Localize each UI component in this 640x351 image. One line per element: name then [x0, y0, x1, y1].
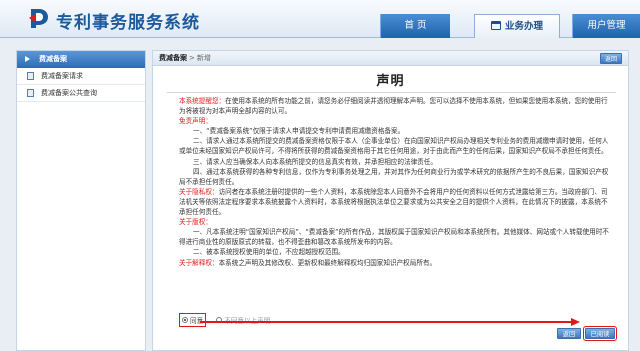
sidebar-item-public-query[interactable]: 费减备案公共查询 [17, 85, 145, 102]
breadcrumb-separator: > [189, 54, 195, 62]
disclaimer-item: 二、请求人通过本系统所提交的费减备案资格仅限于本人（企事业单位）在向国家知识产权… [179, 137, 609, 156]
disagree-radio[interactable] [216, 317, 223, 323]
copyright-item: 二、被本系统授权使用的单位，不应超越授权范围。 [193, 248, 345, 257]
agree-option[interactable]: 同意 [179, 313, 207, 327]
document-icon [27, 72, 34, 80]
disagree-label: 不同意以上声明 [224, 317, 271, 325]
privacy-text: 访问者在本系统注册时提供的一些个人资料，本系统除您本人同意外不会将用户的任何资料… [179, 187, 608, 217]
logo-icon [29, 9, 48, 28]
consent-options: 同意 不同意以上声明 [179, 313, 270, 327]
briefcase-icon [490, 21, 501, 30]
breadcrumb: 费减备案 > 新增 返回 [153, 51, 628, 66]
sidebar-heading[interactable]: 费减备案 [17, 51, 145, 68]
copyright-heading: 关于版权： [179, 218, 212, 227]
declaration-title: 声明 [376, 74, 405, 89]
sidebar-item-label: 费减备案请求 [41, 72, 83, 80]
interpretation-text: 本系统之声明及其修改权、更新权和最终解释权均归国家知识产权局所有。 [218, 258, 437, 267]
nav-business[interactable]: 业务办理 [474, 14, 560, 38]
sidebar: 费减备案 费减备案请求 费减备案公共查询 [16, 50, 146, 351]
sidebar-item-label: 费减备案公共查询 [41, 89, 97, 97]
disclaimer-item: 一、“费减备案系统”仅限于请求人申请提交专利申请费用减缴资格备案。 [193, 127, 405, 136]
copyright-item: 一、凡本系统注明“国家知识产权局”、“费减备案”的所有作品，其版权属于国家知识产… [179, 228, 609, 247]
reminder-text: 在使用本系统的所有功能之前，请您务必仔细阅读并透彻理解本声明。您可以选择不使用本… [179, 97, 608, 116]
sidebar-heading-label: 费减备案 [39, 55, 67, 63]
privacy-heading: 关于隐私权： [179, 187, 219, 196]
main-nav: 首 页 业务办理 用户管理 [380, 14, 640, 38]
sidebar-item-fee-request[interactable]: 费减备案请求 [17, 68, 145, 85]
breadcrumb-section[interactable]: 费减备案 [159, 54, 187, 62]
agree-label: 同意 [190, 317, 204, 325]
content-panel: 费减备案 > 新增 返回 声明 本系统提醒您：在使用本系统的所有功能之前，请您务必仔… [152, 50, 629, 351]
nav-home[interactable]: 首 页 [380, 14, 450, 38]
agree-radio[interactable] [182, 317, 188, 323]
document-icon [27, 89, 34, 97]
disclaimer-item: 三、请求人应当确保本人向本系统所提交的信息真实有效，并承担相应的法律责任。 [193, 157, 437, 166]
interpretation-heading: 关于解释权： [179, 258, 219, 267]
read-confirm-button[interactable]: 已阅读 [583, 326, 617, 341]
site-title: 专利事务服务系统 [56, 13, 200, 33]
disclaimer-item: 四、通过本系统获得的各种专利信息，仅作为专利事务处理之用，并对其作为任何商业行为… [179, 167, 609, 186]
nav-user-management[interactable]: 用户管理 [572, 14, 640, 38]
disagree-option[interactable]: 不同意以上声明 [216, 315, 270, 325]
disclaimer-heading: 免责声明： [179, 117, 212, 126]
expand-arrow-icon [25, 56, 30, 62]
title-divider [167, 92, 616, 93]
back-button[interactable]: 返回 [557, 328, 581, 339]
reminder-prefix: 本系统提醒您： [179, 97, 226, 105]
declaration-body: 本系统提醒您：在使用本系统的所有功能之前，请您务必仔细阅读并透彻理解本声明。您可… [179, 96, 609, 268]
nav-business-label: 业务办理 [504, 21, 543, 32]
top-back-button[interactable]: 返回 [600, 53, 622, 64]
app-header: 专利事务服务系统 首 页 业务办理 用户管理 [0, 0, 640, 38]
breadcrumb-current: 新增 [196, 54, 211, 62]
